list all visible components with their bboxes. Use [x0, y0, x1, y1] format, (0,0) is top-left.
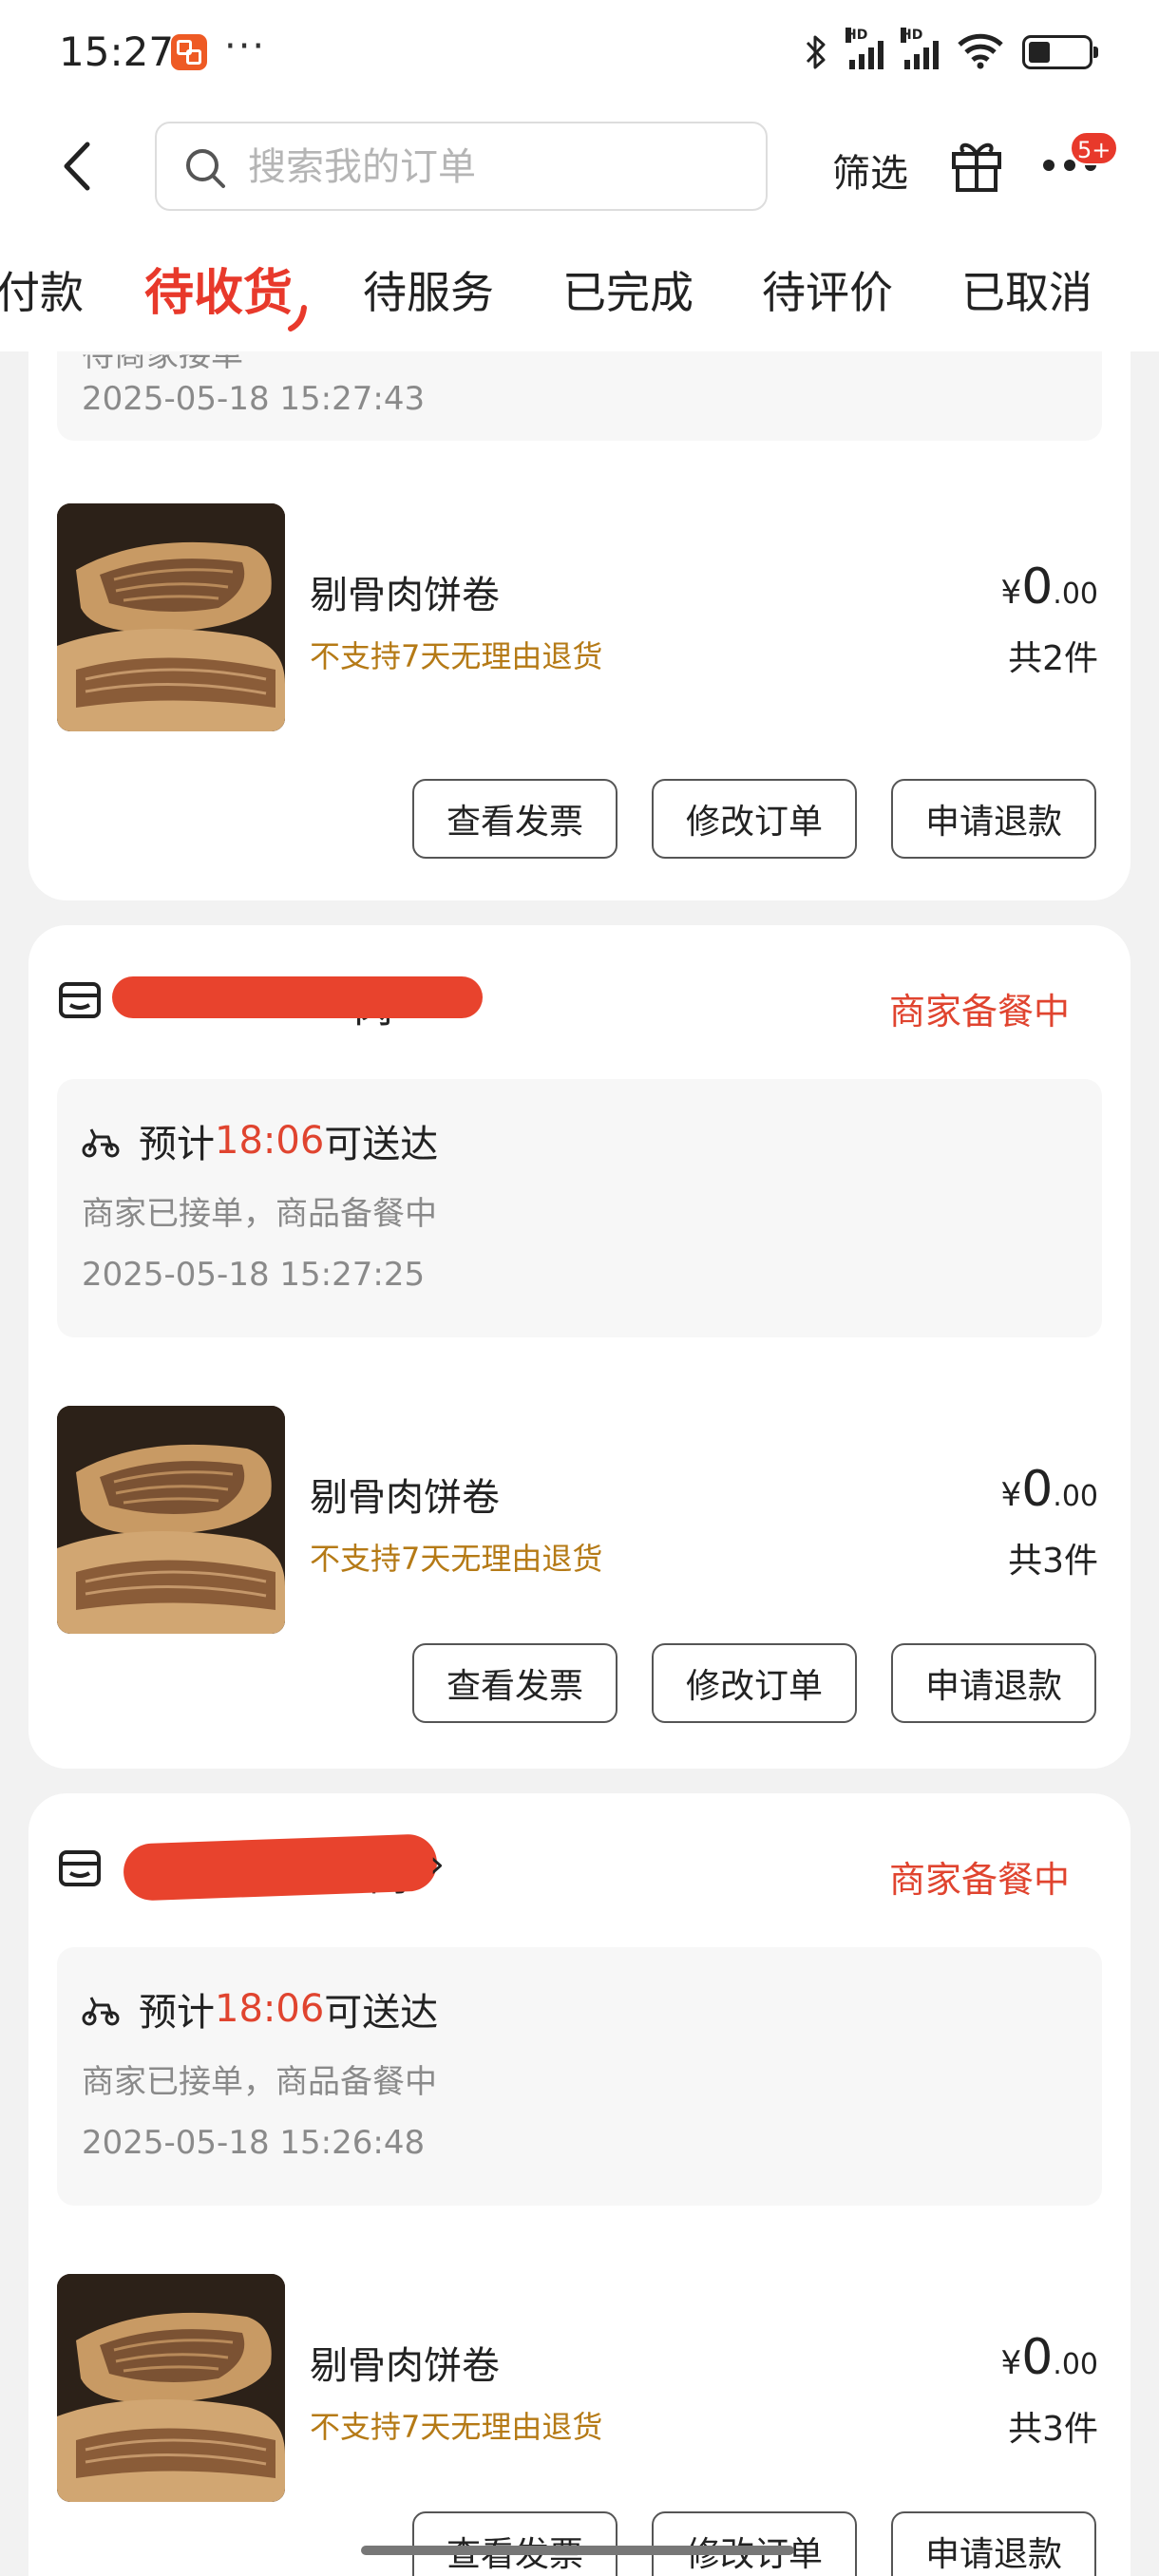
product-quantity: 共3件 [1008, 1542, 1098, 1581]
tab-pending-receipt[interactable]: 待收货 [144, 253, 293, 324]
tab-cancelled[interactable]: 已取消 [961, 258, 1092, 321]
scooter-icon [82, 1997, 120, 2026]
search-box[interactable] [155, 122, 768, 211]
return-policy-note: 不支持7天无理由退货 [310, 2409, 603, 2445]
order-card: 卷肉 › 商家备餐中 预计18:06可送达 商家已接单，商品备餐中 2025-0… [28, 1793, 1130, 2576]
notification-badge: 5+ [1070, 131, 1119, 165]
product-row[interactable]: 剔骨肉饼卷 不支持7天无理由退货 ¥0.00 共3件 [57, 2274, 1102, 2502]
product-price: ¥0.00 [1000, 559, 1098, 616]
modify-order-button[interactable]: 修改订单 [652, 2511, 857, 2576]
product-quantity: 共3件 [1008, 2410, 1098, 2449]
tab-completed[interactable]: 已完成 [562, 258, 694, 321]
store-icon [59, 1850, 101, 1886]
chevron-left-icon [64, 142, 90, 191]
wifi-icon [956, 31, 1005, 73]
order-status-line: 待商家接单 [82, 351, 243, 374]
store-icon [59, 982, 101, 1018]
app-icon [171, 34, 207, 70]
product-image [57, 2274, 285, 2502]
modify-order-button[interactable]: 修改订单 [652, 1643, 857, 1723]
home-indicator[interactable] [361, 2546, 794, 2555]
view-invoice-button[interactable]: 查看发票 [412, 1643, 618, 1723]
status-time: 15:27 [59, 28, 175, 75]
eta-time: 18:06 [215, 1119, 325, 1163]
redaction-mark [123, 1833, 438, 1902]
store-row[interactable]: 卷肉 › 商家备餐中 [57, 1833, 1102, 1902]
view-invoice-button[interactable]: 查看发票 [412, 779, 618, 859]
active-tab-indicator [288, 305, 307, 331]
store-row[interactable]: 肉 商家备餐中 [57, 973, 1102, 1032]
product-price: ¥0.00 [1000, 1461, 1098, 1518]
chevron-right-icon: › [429, 1843, 445, 1886]
order-card: 待商家接单 2025-05-18 15:27:43 剔骨肉饼卷 不支持7天无理由… [28, 351, 1130, 900]
signal-icon-2: HD [901, 28, 939, 69]
redaction-mark [112, 976, 483, 1018]
order-info-box: 待商家接单 2025-05-18 15:27:43 [57, 351, 1102, 441]
request-refund-button[interactable]: 申请退款 [891, 2511, 1096, 2576]
more-button[interactable]: 5+ [1039, 131, 1119, 194]
product-price: ¥0.00 [1000, 2329, 1098, 2386]
order-progress-text: 商家已接单，商品备餐中 [82, 2063, 437, 2101]
eta-time: 18:06 [215, 1987, 325, 2031]
filter-button[interactable]: 筛选 [832, 142, 908, 198]
product-row[interactable]: 剔骨肉饼卷 不支持7天无理由退货 ¥0.00 共3件 [57, 1406, 1102, 1634]
order-info-box: 预计 18:06 可送达 商家已接单，商品备餐中 2025-05-18 15:27:… [57, 1079, 1102, 1337]
view-invoice-button[interactable]: 查看发票 [412, 2511, 618, 2576]
search-input[interactable] [248, 137, 742, 198]
return-policy-note: 不支持7天无理由退货 [310, 638, 603, 674]
order-timestamp: 2025-05-18 15:26:48 [82, 2124, 426, 2162]
product-name: 剔骨肉饼卷 [310, 574, 500, 617]
order-tabs: 付款 待收货 待服务 已完成 待评价 已取消 [0, 228, 1159, 351]
signal-icon: HD [846, 28, 884, 69]
header: 筛选 5+ [0, 104, 1159, 228]
order-list[interactable]: 待商家接单 2025-05-18 15:27:43 剔骨肉饼卷 不支持7天无理由… [0, 351, 1159, 2576]
order-progress-text: 商家已接单，商品备餐中 [82, 1195, 437, 1233]
product-name: 剔骨肉饼卷 [310, 2344, 500, 2388]
scooter-icon [82, 1128, 120, 1158]
status-icons: HD HD [804, 28, 1098, 74]
order-status: 商家备餐中 [888, 1859, 1070, 1901]
order-info-box: 预计 18:06 可送达 商家已接单，商品备餐中 2025-05-18 15:26:… [57, 1947, 1102, 2206]
tab-pending-review[interactable]: 待评价 [762, 258, 893, 321]
request-refund-button[interactable]: 申请退款 [891, 1643, 1096, 1723]
product-name: 剔骨肉饼卷 [310, 1476, 500, 1520]
product-row[interactable]: 剔骨肉饼卷 不支持7天无理由退货 ¥0.00 共2件 [57, 503, 1102, 731]
modify-order-button[interactable]: 修改订单 [652, 779, 857, 859]
more-notifications-icon: ··· [224, 25, 267, 68]
order-timestamp: 2025-05-18 15:27:43 [82, 380, 426, 418]
order-card: 肉 商家备餐中 预计18:06可送达 商家已接单，商品备餐中 2025-05-1… [28, 925, 1130, 1769]
product-quantity: 共2件 [1008, 639, 1098, 678]
status-bar: 15:27 ··· HD HD [0, 0, 1159, 104]
product-image [57, 1406, 285, 1634]
request-refund-button[interactable]: 申请退款 [891, 779, 1096, 859]
back-button[interactable] [48, 133, 104, 199]
eta-row: 预计 18:06 可送达 [80, 1115, 438, 1166]
tab-pending-payment[interactable]: 付款 [0, 258, 84, 321]
bluetooth-icon [804, 32, 828, 72]
gift-icon[interactable] [948, 135, 1005, 194]
return-policy-note: 不支持7天无理由退货 [310, 1541, 603, 1577]
order-timestamp: 2025-05-18 15:27:25 [82, 1256, 426, 1294]
tab-pending-service[interactable]: 待服务 [363, 258, 494, 321]
battery-icon [1022, 35, 1098, 69]
order-status: 商家备餐中 [888, 991, 1070, 1032]
search-icon [186, 149, 225, 188]
eta-row: 预计 18:06 可送达 [80, 1983, 438, 2035]
product-image [57, 503, 285, 731]
